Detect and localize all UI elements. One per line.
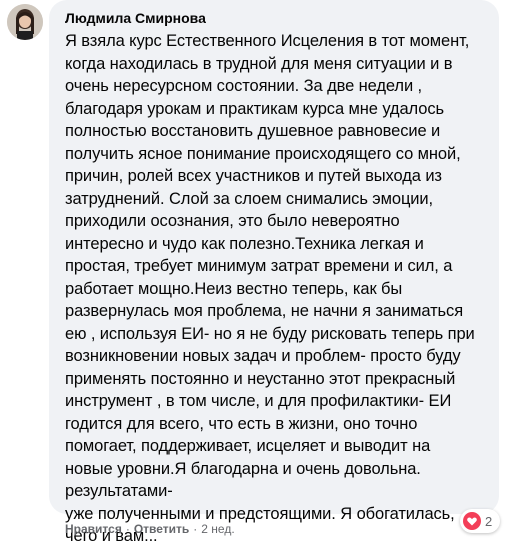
action-separator: ·	[193, 522, 198, 536]
heart-reaction-icon	[463, 512, 481, 530]
comment-author[interactable]: Людмила Смирнова	[65, 9, 487, 28]
like-button[interactable]: Нравится	[65, 521, 122, 537]
avatar-photo	[7, 4, 43, 40]
comment-bubble: Людмила Смирнова Я взяла курс Естественн…	[49, 0, 499, 545]
reply-button[interactable]: Ответить	[134, 521, 189, 537]
avatar[interactable]	[7, 4, 43, 40]
reaction-count: 2	[485, 513, 493, 529]
reactions-badge[interactable]: 2	[460, 509, 501, 533]
action-separator: ·	[125, 522, 130, 536]
comment-actions: Нравится · Ответить · 2 нед.	[65, 521, 235, 537]
comment-timestamp[interactable]: 2 нед.	[201, 521, 234, 537]
comment-text: Я взяла курс Естественного Исцеления в т…	[65, 32, 475, 545]
